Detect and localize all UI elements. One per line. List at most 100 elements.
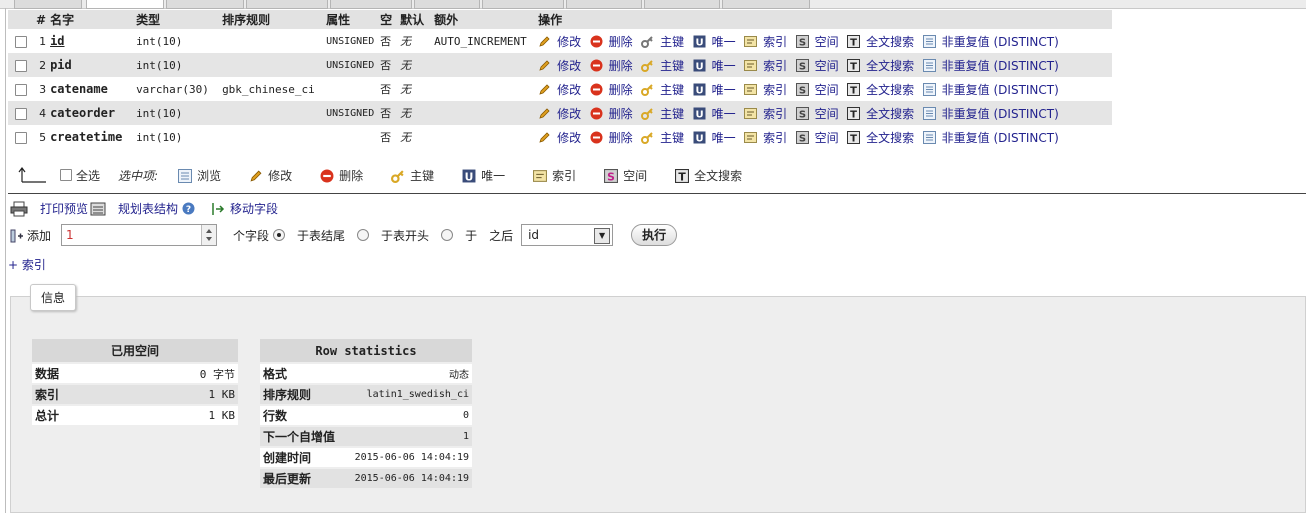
edit-link[interactable]: 修改 <box>557 107 581 121</box>
distinct-icon[interactable] <box>922 130 936 144</box>
spatial-icon[interactable]: S <box>795 82 809 96</box>
row-checkbox-cell[interactable] <box>8 53 34 77</box>
bulk-browse-label[interactable]: 浏览 <box>197 167 221 184</box>
row-checkbox-cell[interactable] <box>8 77 34 101</box>
print-view-link[interactable]: 打印预览 <box>40 200 88 217</box>
tab-triggers[interactable] <box>722 0 810 9</box>
drop-icon[interactable] <box>590 59 603 72</box>
primary-key-icon[interactable] <box>641 83 654 96</box>
unique-link[interactable]: 唯一 <box>712 35 736 49</box>
tab-privileges[interactable] <box>644 0 720 9</box>
edit-icon[interactable] <box>538 59 551 72</box>
move-columns-icon[interactable] <box>211 202 225 215</box>
field-name-text[interactable]: cateorder <box>50 106 115 120</box>
propose-structure-icon[interactable] <box>90 201 108 217</box>
index-icon[interactable] <box>744 83 758 96</box>
row-checkbox[interactable] <box>15 35 27 48</box>
spatial-icon[interactable]: S <box>795 58 809 72</box>
distinct-icon[interactable] <box>922 34 936 48</box>
fulltext-icon[interactable]: T <box>847 34 861 48</box>
edit-link[interactable]: 修改 <box>557 131 581 145</box>
spatial-link[interactable]: 空间 <box>815 131 839 145</box>
drop-link[interactable]: 删除 <box>609 131 633 145</box>
edit-link[interactable]: 修改 <box>557 83 581 97</box>
index-link[interactable]: 索引 <box>763 107 787 121</box>
index-link[interactable]: 索引 <box>763 59 787 73</box>
row-checkbox[interactable] <box>15 83 27 96</box>
edit-icon[interactable] <box>538 107 551 120</box>
edit-icon[interactable] <box>538 83 551 96</box>
spatial-link[interactable]: 空间 <box>815 83 839 97</box>
tab-sql[interactable] <box>166 0 244 9</box>
primary-link[interactable]: 主键 <box>660 107 684 121</box>
field-name-text[interactable]: createtime <box>50 130 122 144</box>
distinct-icon[interactable] <box>922 58 936 72</box>
field-name[interactable]: id <box>48 29 135 53</box>
tab-import[interactable] <box>482 0 564 9</box>
move-columns-link[interactable]: 移动字段 <box>230 200 278 217</box>
row-checkbox-cell[interactable] <box>8 125 34 149</box>
bulk-browse-button[interactable]: 浏览 <box>178 167 221 184</box>
spatial-link[interactable]: 空间 <box>815 107 839 121</box>
edit-icon[interactable] <box>538 35 551 48</box>
index-icon[interactable] <box>744 35 758 48</box>
toggle-indexes-link[interactable]: + 索引 <box>8 256 46 273</box>
fulltext-icon[interactable]: T <box>847 106 861 120</box>
bulk-primary-label[interactable]: 主键 <box>410 167 434 184</box>
go-button[interactable]: 执行 <box>631 224 678 246</box>
primary-link[interactable]: 主键 <box>660 131 684 145</box>
check-all-checkbox[interactable] <box>60 169 72 181</box>
tab-export[interactable] <box>414 0 480 9</box>
primary-key-icon[interactable] <box>641 107 654 120</box>
primary-link[interactable]: 主键 <box>660 35 684 49</box>
primary-key-icon[interactable] <box>641 35 654 48</box>
distinct-link[interactable]: 非重复值 (DISTINCT) <box>942 83 1059 97</box>
bulk-unique-button[interactable]: U 唯一 <box>462 167 505 184</box>
tab-search[interactable] <box>246 0 328 9</box>
unique-link[interactable]: 唯一 <box>712 107 736 121</box>
distinct-link[interactable]: 非重复值 (DISTINCT) <box>942 107 1059 121</box>
drop-icon[interactable] <box>590 107 603 120</box>
spatial-icon[interactable]: S <box>795 130 809 144</box>
bulk-primary-button[interactable]: 主键 <box>391 167 434 184</box>
unique-icon[interactable]: U <box>693 35 706 48</box>
drop-link[interactable]: 删除 <box>609 35 633 49</box>
fulltext-link[interactable]: 全文搜索 <box>866 35 914 49</box>
spatial-icon[interactable]: S <box>795 106 809 120</box>
field-name-text[interactable]: pid <box>50 58 72 72</box>
help-icon[interactable]: ? <box>182 202 195 215</box>
index-icon[interactable] <box>744 131 758 144</box>
unique-link[interactable]: 唯一 <box>712 59 736 73</box>
bulk-index-button[interactable]: 索引 <box>533 167 576 184</box>
distinct-link[interactable]: 非重复值 (DISTINCT) <box>942 35 1059 49</box>
tab-insert[interactable] <box>330 0 412 9</box>
field-name[interactable]: pid <box>48 53 135 77</box>
bulk-index-label[interactable]: 索引 <box>552 167 576 184</box>
unique-link[interactable]: 唯一 <box>712 83 736 97</box>
position-after-radio[interactable] <box>441 229 454 241</box>
position-after-prefix[interactable]: 于 <box>465 227 477 244</box>
unique-icon[interactable]: U <box>693 131 706 144</box>
distinct-link[interactable]: 非重复值 (DISTINCT) <box>942 131 1059 145</box>
fulltext-link[interactable]: 全文搜索 <box>866 131 914 145</box>
fulltext-icon[interactable]: T <box>847 130 861 144</box>
spatial-link[interactable]: 空间 <box>815 59 839 73</box>
bulk-drop-button[interactable]: 删除 <box>320 167 363 184</box>
index-link[interactable]: 索引 <box>763 35 787 49</box>
column-count-value[interactable]: 1 <box>66 228 74 242</box>
row-checkbox-cell[interactable] <box>8 29 34 53</box>
field-name[interactable]: cateorder <box>48 101 135 125</box>
field-name-text[interactable]: id <box>50 34 64 48</box>
bulk-drop-label[interactable]: 删除 <box>339 167 363 184</box>
bulk-fulltext-button[interactable]: T 全文搜索 <box>675 167 742 184</box>
column-count-spinner[interactable] <box>201 225 217 245</box>
primary-link[interactable]: 主键 <box>660 59 684 73</box>
drop-link[interactable]: 删除 <box>609 59 633 73</box>
field-name-text[interactable]: catename <box>50 82 108 96</box>
after-field-value[interactable]: id <box>528 228 539 242</box>
distinct-icon[interactable] <box>922 82 936 96</box>
edit-link[interactable]: 修改 <box>557 35 581 49</box>
distinct-link[interactable]: 非重复值 (DISTINCT) <box>942 59 1059 73</box>
row-checkbox[interactable] <box>15 107 27 120</box>
bulk-fulltext-label[interactable]: 全文搜索 <box>694 167 742 184</box>
